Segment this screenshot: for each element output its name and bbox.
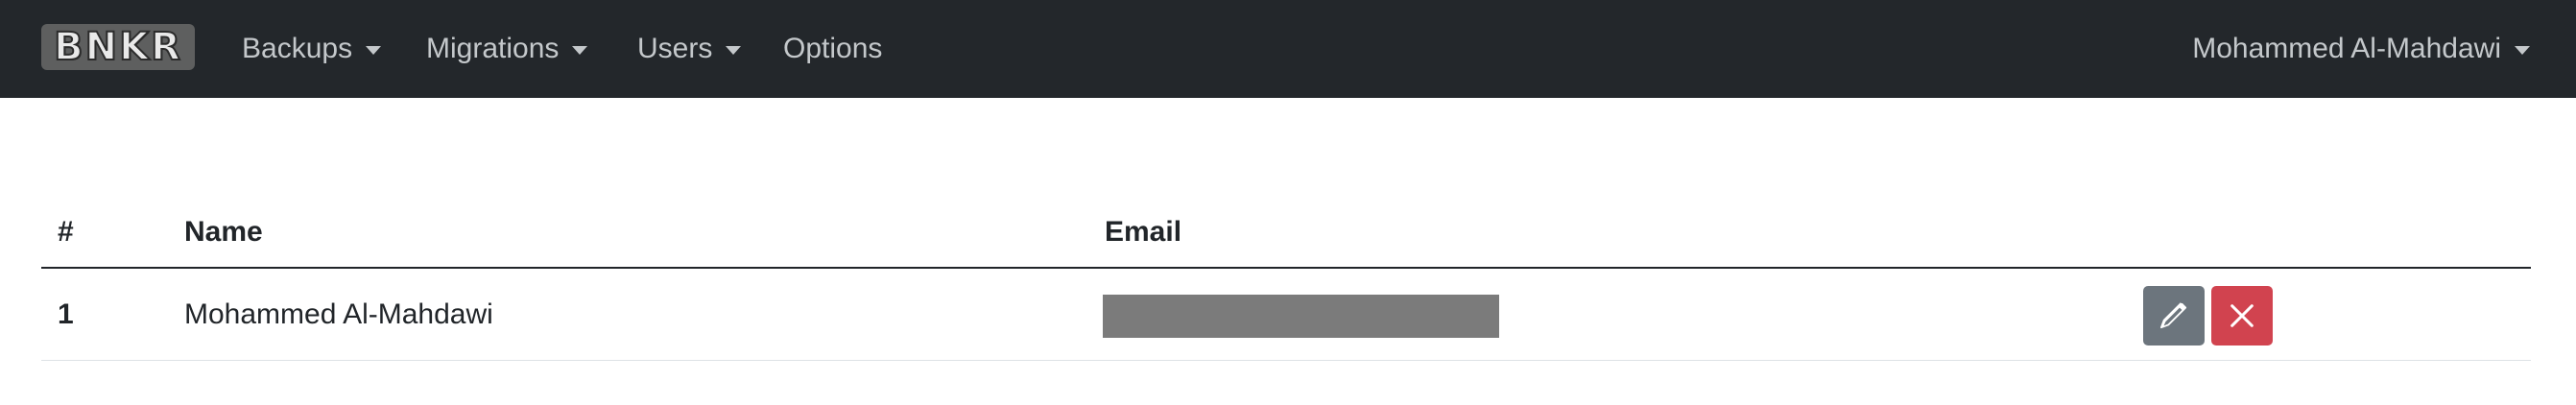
nav-options-link[interactable]: Options: [783, 0, 882, 98]
email-redacted-block: [1103, 295, 1499, 338]
column-header-number: #: [58, 215, 74, 248]
edit-user-button[interactable]: [2143, 286, 2205, 345]
user-menu-label: Mohammed Al-Mahdawi: [2192, 33, 2501, 64]
close-icon: [2230, 304, 2254, 327]
table-row: 1 Mohammed Al-Mahdawi: [41, 269, 2531, 361]
column-header-email: Email: [1105, 215, 1182, 248]
column-header-name: Name: [184, 215, 263, 248]
users-table-header: # Name Email: [41, 197, 2531, 269]
brand-logo[interactable]: BNKR: [41, 24, 195, 70]
pencil-icon: [2159, 302, 2187, 329]
nav-backups-dropdown[interactable]: Backups: [242, 0, 382, 98]
row-number: 1: [58, 298, 74, 330]
delete-user-button[interactable]: [2211, 286, 2273, 345]
caret-down-icon: [2515, 45, 2530, 55]
caret-down-icon: [366, 45, 382, 55]
nav-backups-label: Backups: [242, 33, 353, 64]
user-menu-dropdown[interactable]: Mohammed Al-Mahdawi: [2192, 0, 2530, 98]
nav-options-label: Options: [783, 33, 883, 64]
row-name: Mohammed Al-Mahdawi: [184, 298, 493, 330]
caret-down-icon: [726, 45, 742, 55]
caret-down-icon: [572, 45, 588, 55]
nav-users-label: Users: [637, 33, 713, 64]
brand-logo-text: BNKR: [53, 24, 182, 70]
nav-migrations-dropdown[interactable]: Migrations: [426, 0, 588, 98]
top-navbar: BNKR Backups Migrations Users Options Mo…: [0, 0, 2576, 98]
nav-users-dropdown[interactable]: Users: [637, 0, 742, 98]
nav-migrations-label: Migrations: [426, 33, 560, 64]
